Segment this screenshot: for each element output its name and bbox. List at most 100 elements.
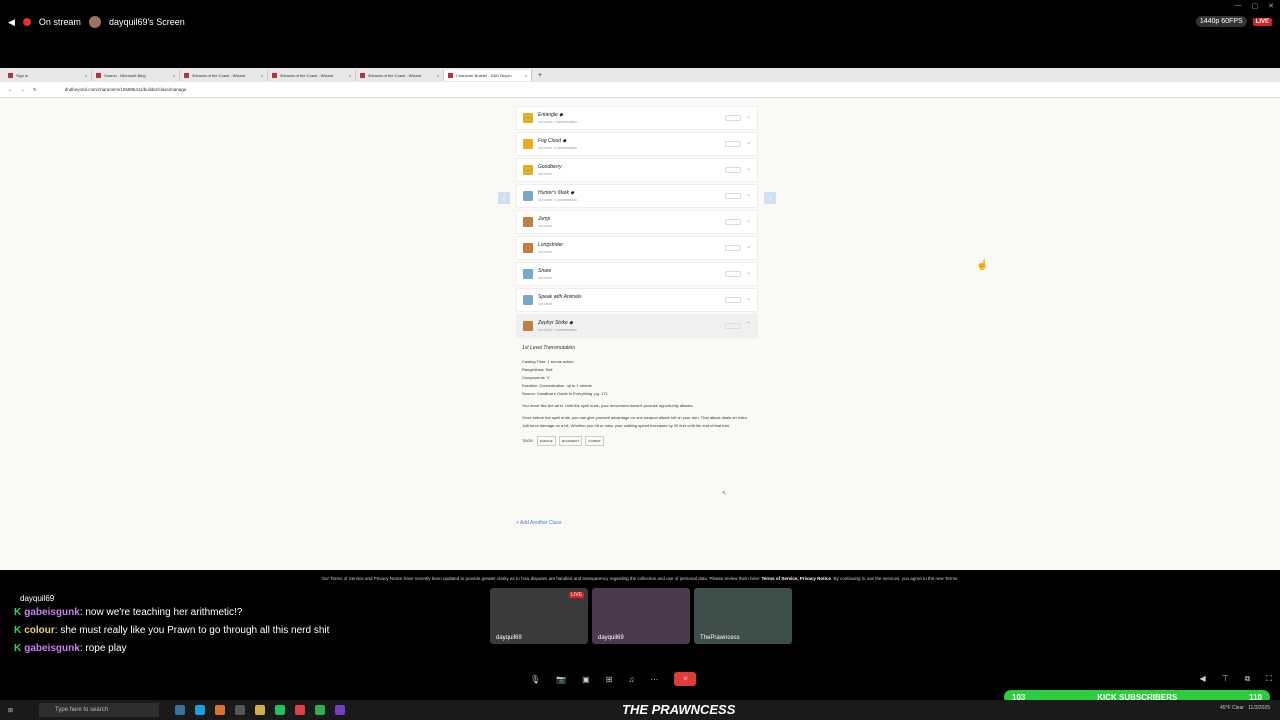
tab[interactable]: Search - Microsoft Bing × [92, 69, 180, 81]
prepare-button[interactable] [725, 193, 741, 199]
new-tab-button[interactable]: + [538, 72, 542, 79]
app-icon[interactable] [255, 705, 266, 715]
stream-topbar: ◀ On stream dayquil69's Screen 1440p 60F… [0, 0, 1280, 46]
tab-active[interactable]: Character Builder - D&D Beyon × [444, 69, 532, 81]
spell-row-expanded[interactable]: Zephyr Strike ◆ 1st Level • Concentration… [516, 314, 758, 338]
system-tray: 45°F Clear 11/3/2025 [1220, 705, 1270, 711]
spell-school-icon [523, 217, 533, 227]
prepare-button[interactable] [725, 115, 741, 121]
spell-row[interactable]: Jump 1st Level ⌄ [516, 210, 758, 234]
app-icon[interactable] [335, 705, 346, 715]
camera-icon[interactable]: 📷 [556, 675, 566, 684]
mouse-cursor-icon: ☝ [976, 260, 989, 271]
end-call-button[interactable]: ✕ [674, 672, 697, 686]
chevron-up-icon[interactable]: ⌃ [746, 321, 751, 328]
soundboard-icon[interactable]: ♫ [628, 675, 634, 684]
add-class-link[interactable]: + Add Another Class [516, 520, 561, 526]
prepare-button[interactable] [725, 323, 741, 329]
activities-icon[interactable]: ⊞ [606, 675, 613, 684]
spell-row[interactable]: Fog Cloud ◆ 1st Level • Concentration ⌄ [516, 132, 758, 156]
more-icon[interactable]: ⋯ [650, 675, 658, 684]
participant-tile[interactable]: LIVE dayquil69 [490, 588, 588, 644]
page-content: ‹ › Entangle ◆ 1st Level • Concentration ⌄… [0, 98, 1280, 586]
taskbar: ⊞ Type here to search THE PRAWNCESS 45°F… [0, 700, 1280, 720]
next-arrow-button[interactable]: › [764, 192, 776, 204]
prepare-button[interactable] [725, 141, 741, 147]
popout-icon[interactable]: ⧉ [1245, 674, 1251, 684]
back-icon[interactable]: ← [8, 87, 13, 92]
app-icon[interactable] [195, 705, 206, 715]
participant-tile[interactable]: ThePrawncess [694, 588, 792, 644]
close-icon[interactable]: × [85, 73, 87, 78]
tab[interactable]: Wizards of the Coast - Wizard × [268, 69, 356, 81]
prev-arrow-button[interactable]: ‹ [498, 192, 510, 204]
prepare-button[interactable] [725, 167, 741, 173]
app-icon[interactable] [315, 705, 326, 715]
spell-row[interactable]: Longstrider 1st Level ⌄ [516, 236, 758, 260]
chevron-down-icon[interactable]: ⌄ [746, 217, 751, 224]
terms-links[interactable]: Terms of Service, Privacy Notice [761, 576, 830, 581]
chevron-down-icon[interactable]: ⌄ [746, 113, 751, 120]
spell-detail: 1st Level Transmutation Casting Time: 1 … [516, 340, 758, 450]
taskbar-apps [175, 705, 346, 715]
chevron-down-icon[interactable]: ⌄ [746, 295, 751, 302]
app-icon[interactable] [275, 705, 286, 715]
app-icon[interactable] [235, 705, 246, 715]
tab[interactable]: Sign in × [4, 69, 92, 81]
terms-banner: Our Terms of Service and Privacy Notice … [0, 570, 1280, 586]
tab[interactable]: Wizards of the Coast - Wizard × [180, 69, 268, 81]
spell-row[interactable]: Snare 1st Level ⌄ [516, 262, 758, 286]
participant-tile[interactable]: dayquil69 [592, 588, 690, 644]
close-icon[interactable]: × [525, 73, 527, 78]
source: Source: Xanathar's Guide to Everything, … [522, 391, 608, 396]
quality-badge: 1440p 60FPS [1195, 16, 1247, 27]
prepare-button[interactable] [725, 297, 741, 303]
prepare-button[interactable] [725, 219, 741, 225]
favicon-icon [272, 72, 277, 78]
app-icon[interactable] [175, 705, 186, 715]
spell-row[interactable]: Hunter's Mark ◆ 1st Level • Concentration… [516, 184, 758, 208]
pin-icon[interactable]: ⊤ [1222, 674, 1229, 684]
range-area: Range/Area: Self [522, 367, 553, 372]
mic-icon[interactable]: 🎙 [530, 675, 540, 684]
forward-icon[interactable]: → [21, 87, 26, 92]
app-icon[interactable] [295, 705, 306, 715]
close-icon[interactable]: × [173, 73, 175, 78]
chevron-down-icon[interactable]: ⌄ [746, 165, 751, 172]
prepare-button[interactable] [725, 271, 741, 277]
app-icon[interactable] [215, 705, 226, 715]
close-icon[interactable]: × [349, 73, 351, 78]
chevron-down-icon[interactable]: ⌄ [746, 139, 751, 146]
spell-school-icon [523, 269, 533, 279]
prepare-button[interactable] [725, 245, 741, 251]
tab[interactable]: Wizards of the Coast - Wizard × [356, 69, 444, 81]
chevron-down-icon[interactable]: ⌄ [746, 243, 751, 250]
chat-message: Kgabeisgunk: now we're teaching her arit… [14, 607, 243, 618]
chevron-down-icon[interactable]: ⌄ [746, 269, 751, 276]
spell-row[interactable]: Goodberry 1st Level ⌄ [516, 158, 758, 182]
windows-start-icon[interactable]: ⊞ [8, 707, 13, 714]
spell-school-icon [523, 165, 533, 175]
window-controls[interactable]: — ▢ ✕ [1235, 2, 1275, 10]
speaker-icon[interactable]: ◀ [8, 17, 15, 28]
chevron-down-icon[interactable]: ⌄ [746, 191, 751, 198]
spell-row[interactable]: Entangle ◆ 1st Level • Concentration ⌄ [516, 106, 758, 130]
favicon-icon [184, 72, 189, 78]
live-badge: LIVE [1252, 17, 1272, 26]
fullscreen-icon[interactable]: ⛶ [1266, 674, 1272, 684]
brand-watermark: THE PRAWNCESS [622, 702, 736, 717]
taskbar-search[interactable]: Type here to search [39, 703, 160, 717]
tags-label: TAGS: [522, 438, 534, 443]
live-dot-icon [22, 18, 31, 26]
close-icon[interactable]: × [437, 73, 439, 78]
screen-share-icon[interactable]: ▣ [582, 675, 590, 684]
close-icon[interactable]: × [261, 73, 263, 78]
volume-icon[interactable]: ◀ [1200, 674, 1206, 684]
chat-panel: dayquil69 Kgabeisgunk: now we're teachin… [14, 594, 344, 658]
spell-row[interactable]: Speak with Animals 1st Level ⌄ [516, 288, 758, 312]
kick-badge-icon: K [14, 625, 22, 636]
favicon-icon [8, 72, 13, 78]
reload-icon[interactable]: ↻ [33, 87, 37, 93]
tag: DAMAGE [536, 436, 556, 446]
url-field[interactable]: dndbeyond.com/characters/155885411/build… [65, 87, 187, 92]
